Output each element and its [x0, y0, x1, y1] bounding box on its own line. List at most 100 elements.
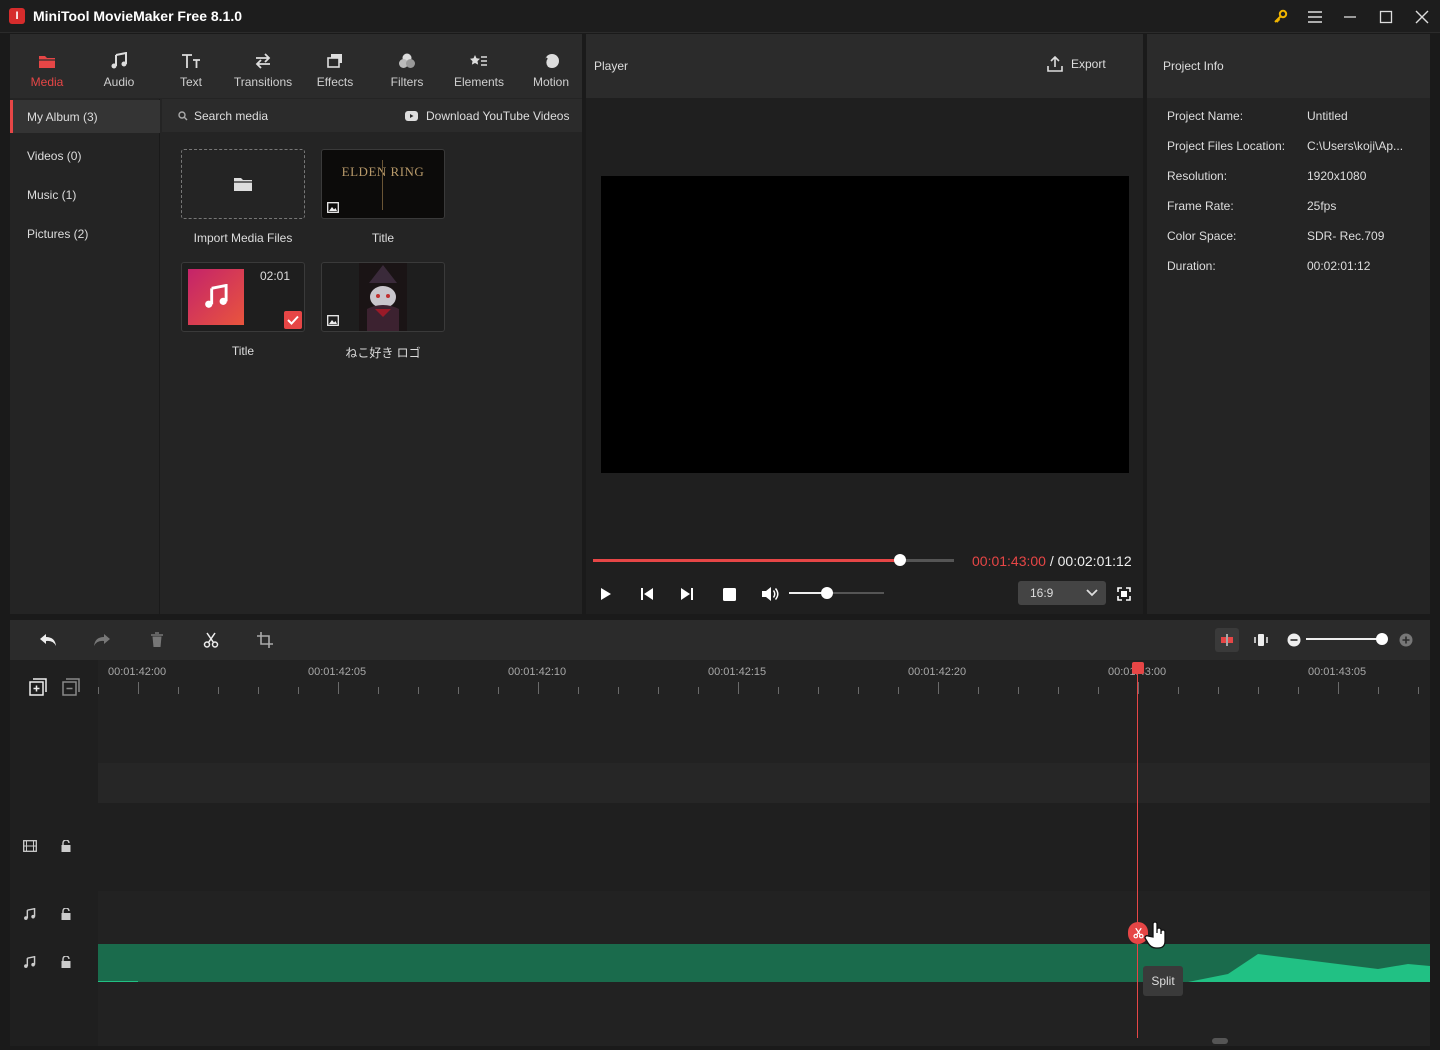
time-display: 00:01:43:00 / 00:02:01:12: [972, 553, 1132, 569]
elements-icon: [470, 50, 488, 72]
fit-timeline-button[interactable]: [1249, 628, 1273, 652]
track-headers: [10, 660, 98, 1046]
timeline-scrollbar[interactable]: [1212, 1038, 1228, 1044]
music-cover-icon: [188, 269, 244, 325]
info-key: Resolution:: [1167, 169, 1228, 183]
maximize-button[interactable]: [1368, 0, 1404, 33]
ruler-minor-tick: [1218, 687, 1219, 694]
media-item-thumbnail[interactable]: ELDEN RING: [321, 149, 445, 219]
lock-icon[interactable]: [60, 908, 72, 920]
search-input[interactable]: Search media: [194, 109, 344, 123]
tab-filters-label: Filters: [390, 74, 424, 89]
total-time: 00:02:01:12: [1057, 553, 1132, 569]
project-info-panel: Project Info Project Name: Untitled Proj…: [1147, 34, 1430, 614]
stop-button[interactable]: [717, 584, 741, 604]
download-youtube-label: Download YouTube Videos: [426, 109, 570, 123]
search-icon: [178, 111, 188, 121]
sidebar-item-music[interactable]: Music (1): [10, 178, 160, 211]
delete-button[interactable]: [145, 628, 169, 652]
playback-progress-handle[interactable]: [894, 554, 906, 566]
playhead-handle[interactable]: [1132, 662, 1144, 674]
folder-icon: [38, 50, 56, 72]
crop-button[interactable]: [253, 628, 277, 652]
tab-elements[interactable]: Elements: [443, 34, 515, 98]
media-item-thumbnail[interactable]: 02:01: [181, 262, 305, 332]
sidebar-item-videos[interactable]: Videos (0): [10, 139, 160, 172]
ruler-minor-tick: [378, 687, 379, 694]
info-value: SDR- Rec.709: [1307, 229, 1385, 243]
project-info-title: Project Info: [1163, 59, 1224, 73]
export-icon: [1047, 56, 1063, 72]
tab-motion[interactable]: Motion: [515, 34, 587, 98]
import-media-tile[interactable]: [181, 149, 305, 219]
time-ruler[interactable]: 00:01:42:00 00:01:42:05 00:01:42:10 00:01:4…: [98, 660, 1430, 700]
add-track-button[interactable]: [26, 676, 50, 698]
checkmark-icon[interactable]: [284, 311, 302, 329]
snap-toggle[interactable]: [1215, 628, 1239, 652]
play-button[interactable]: [594, 584, 618, 604]
redo-button[interactable]: [90, 628, 114, 652]
fullscreen-icon: [1117, 587, 1131, 601]
zoom-slider-handle[interactable]: [1376, 633, 1388, 645]
video-preview[interactable]: [601, 176, 1129, 473]
split-button[interactable]: [199, 628, 223, 652]
volume-button[interactable]: [758, 584, 782, 604]
close-button[interactable]: [1404, 0, 1440, 33]
sidebar-item-my-album[interactable]: My Album (3): [10, 100, 160, 133]
ruler-minor-tick: [978, 687, 979, 694]
sidebar-item-pictures[interactable]: Pictures (2): [10, 217, 160, 250]
text-track-lane[interactable]: [98, 763, 1430, 803]
export-label: Export: [1071, 57, 1106, 71]
tab-audio[interactable]: Audio: [83, 34, 155, 98]
undo-button[interactable]: [36, 628, 60, 652]
ruler-minor-tick: [1378, 687, 1379, 694]
tab-motion-label: Motion: [532, 74, 570, 89]
player-panel: Player Export 00:01:43:00 / 00:02:01:12 …: [586, 34, 1143, 614]
tab-filters[interactable]: Filters: [371, 34, 443, 98]
tab-effects[interactable]: Effects: [299, 34, 371, 98]
timeline: 00:01:42:00 00:01:42:05 00:01:42:10 00:01:4…: [10, 660, 1430, 1046]
split-tooltip: Split: [1143, 966, 1183, 996]
zoom-in-button[interactable]: [1397, 631, 1415, 649]
album-sidebar: My Album (3) Videos (0) Music (1) Pictur…: [10, 99, 160, 614]
zoom-slider[interactable]: [1306, 633, 1388, 645]
tab-media[interactable]: Media: [11, 34, 83, 98]
aspect-ratio-select[interactable]: 16:9: [1018, 581, 1106, 605]
playback-progress-track[interactable]: [593, 554, 954, 566]
ruler-major-tick: [138, 682, 139, 694]
youtube-download-icon: [405, 111, 418, 121]
playhead[interactable]: [1137, 666, 1138, 1038]
redo-icon: [93, 633, 111, 647]
previous-frame-button[interactable]: [635, 584, 659, 604]
media-duration: 02:01: [260, 269, 291, 283]
minimize-button[interactable]: [1332, 0, 1368, 33]
tab-transitions[interactable]: Transitions: [227, 34, 299, 98]
key-icon[interactable]: [1262, 0, 1298, 33]
download-youtube-button[interactable]: Download YouTube Videos: [405, 109, 569, 123]
audio-clip[interactable]: [98, 944, 1430, 982]
volume-slider[interactable]: [789, 587, 884, 599]
text-icon: [181, 50, 201, 72]
ruler-minor-tick: [1178, 687, 1179, 694]
thumbnail-line: [382, 160, 383, 210]
remove-track-button[interactable]: [59, 676, 83, 698]
media-library: Search media Download YouTube Videos Imp…: [162, 99, 582, 614]
lock-icon[interactable]: [60, 840, 72, 852]
audio-track-lane[interactable]: [98, 891, 1430, 944]
next-frame-button[interactable]: [675, 584, 699, 604]
info-key: Project Files Location:: [1167, 139, 1286, 153]
volume-slider-handle[interactable]: [821, 587, 833, 599]
media-item-label: Title: [231, 344, 255, 358]
media-item-thumbnail[interactable]: [321, 262, 445, 332]
export-button[interactable]: Export: [1047, 56, 1106, 72]
zoom-slider-fill: [1306, 638, 1382, 640]
lock-icon[interactable]: [60, 956, 72, 968]
zoom-out-button[interactable]: [1285, 631, 1303, 649]
music-note-icon: [110, 50, 128, 72]
menu-icon[interactable]: [1297, 0, 1333, 33]
video-track-lane[interactable]: [98, 803, 1430, 891]
media-item-label: Title: [371, 231, 395, 245]
media-item-label: Import Media Files: [193, 231, 293, 245]
tab-text[interactable]: Text: [155, 34, 227, 98]
fullscreen-button[interactable]: [1114, 584, 1134, 604]
